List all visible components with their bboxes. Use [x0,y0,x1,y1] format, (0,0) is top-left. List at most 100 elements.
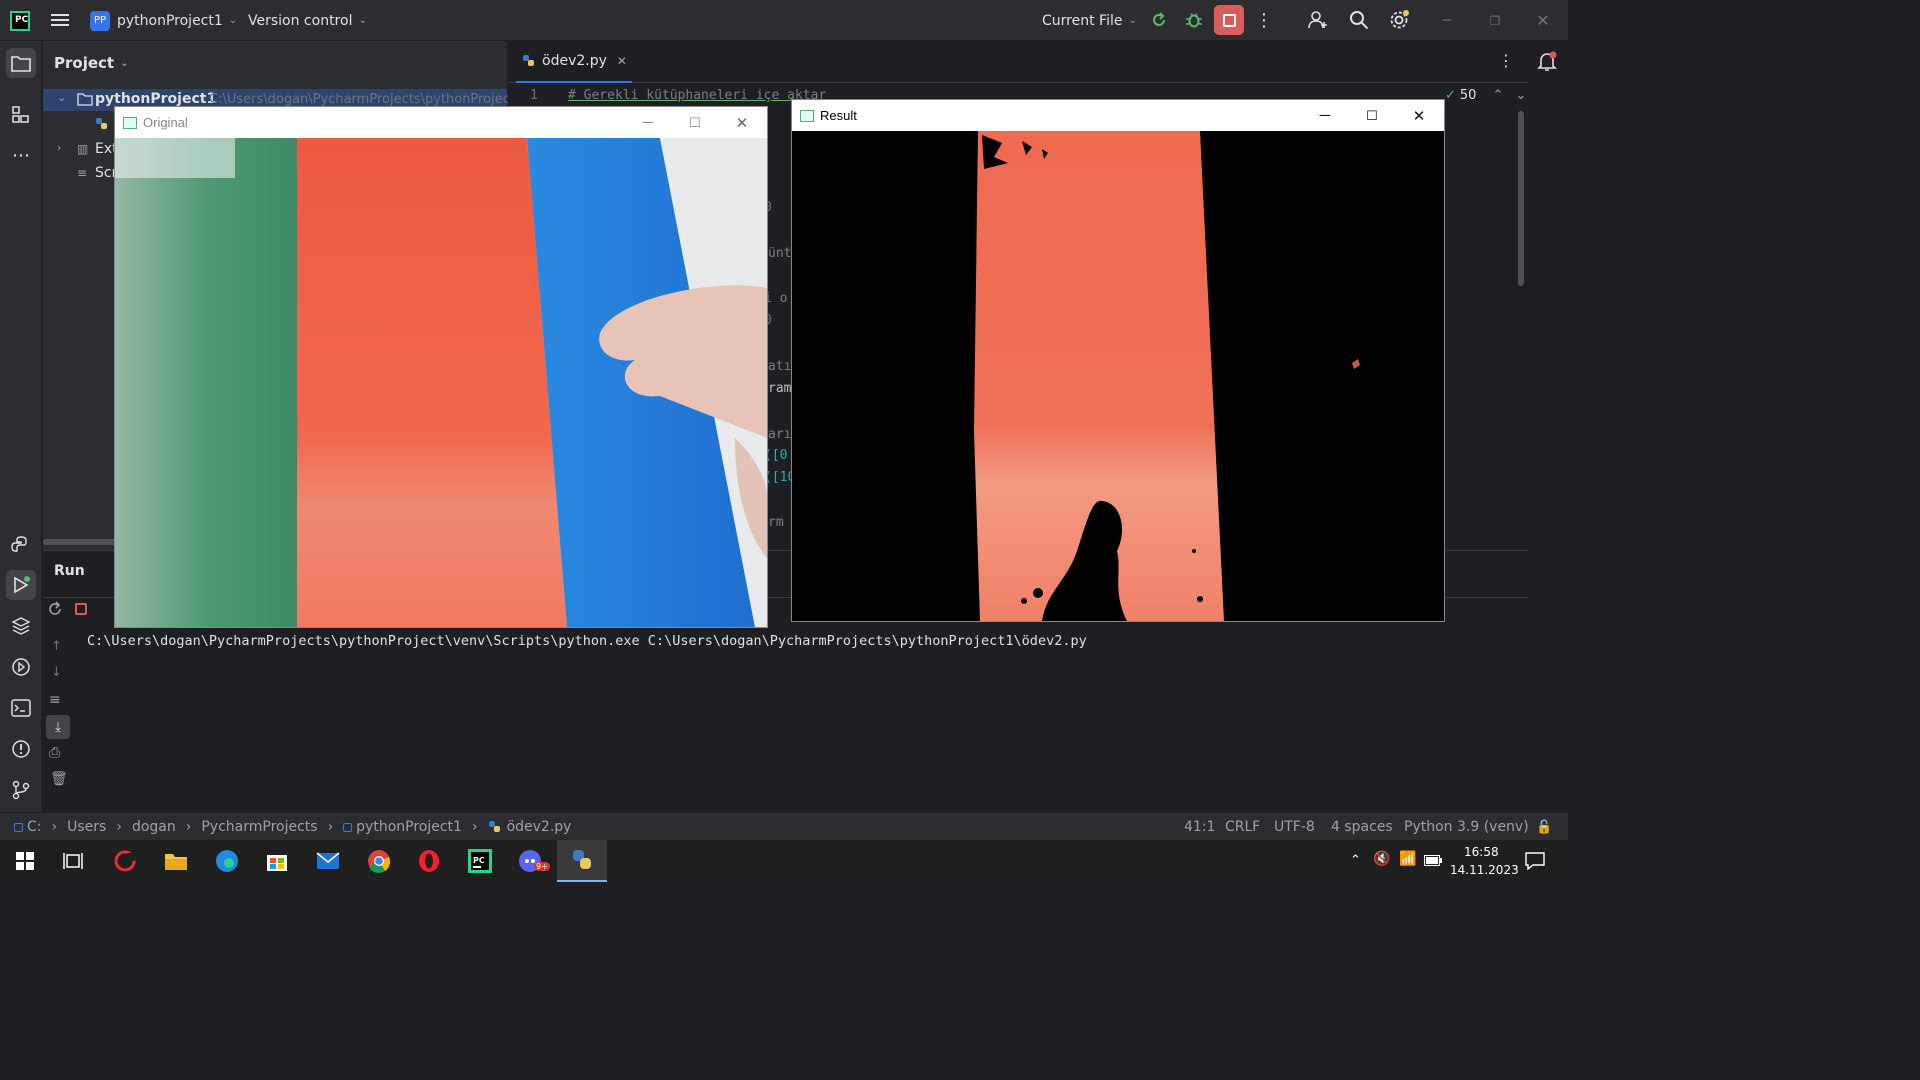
settings-gear-icon[interactable] [1385,6,1413,34]
more-actions-icon[interactable]: ⋮ [1250,6,1278,34]
windows-start-icon[interactable] [0,840,50,882]
minimize-button[interactable]: ─ [1302,100,1348,131]
line-number: 1 [530,88,538,103]
stop-icon [1222,13,1236,27]
clock-date[interactable]: 14.11.2023 [1450,863,1519,877]
tab-options-icon[interactable]: ⋮ [1498,51,1514,70]
stop-icon[interactable] [75,603,87,615]
project-widget[interactable]: PP pythonProject1 ⌄ [90,0,237,41]
breadcrumb-item[interactable]: dogan [132,819,176,835]
chrome-icon[interactable] [354,840,404,882]
structure-tool-button[interactable] [6,100,36,130]
close-tab-icon[interactable]: ✕ [617,54,627,68]
indent-setting[interactable]: 4 spaces [1331,813,1393,841]
git-tool-button[interactable] [6,775,36,805]
clock-time[interactable]: 16:58 [1464,845,1499,859]
breadcrumb-item[interactable]: pythonProject1 [356,819,462,835]
breadcrumb: C: › Users › dogan › PycharmProjects › p… [14,813,571,841]
notifications-bell-icon[interactable] [1536,50,1560,74]
breadcrumb-item[interactable]: ödev2.py [507,819,572,835]
opera-icon[interactable] [404,840,454,882]
soft-wrap-icon[interactable]: ≡ [49,692,61,708]
editor-tab[interactable]: ödev2.py ✕ [516,41,632,83]
terminal-icon [11,699,31,717]
app-recorder-icon[interactable] [100,840,150,882]
chevron-up-icon[interactable]: ⌃ [1492,88,1503,103]
wifi-icon[interactable]: 📶 [1399,851,1416,867]
arrow-down-icon[interactable]: ↓ [51,665,62,680]
more-tools-icon[interactable]: ⋯ [6,140,36,170]
microsoft-store-icon[interactable] [252,840,302,882]
chevron-down-icon[interactable]: ⌄ [57,91,66,104]
speaker-muted-icon[interactable]: 🔇 [1373,851,1390,867]
notification-center-icon[interactable] [1525,852,1545,870]
edge-browser-icon[interactable] [202,840,252,882]
trash-icon[interactable]: 🗑 [50,771,68,787]
maximize-button[interactable]: ☐ [672,107,718,138]
python-taskbar-icon[interactable] [557,840,607,882]
caret-position[interactable]: 41:1 [1184,813,1215,841]
run-tool-button[interactable] [6,570,36,600]
python-packages-button[interactable] [6,530,36,560]
git-branch-icon [12,780,30,800]
code-line-1[interactable]: # Gerekli kütüphaneleri içe aktar [568,88,826,103]
console-command-line[interactable]: C:\Users\dogan\PycharmProjects\pythonPro… [87,633,1087,649]
services-tool-button[interactable] [6,652,36,682]
task-view-icon[interactable] [48,840,98,882]
vertical-scrollbar[interactable] [1518,111,1524,286]
arrow-up-icon[interactable]: ↑ [51,639,62,654]
scroll-to-end-icon[interactable]: ⤓ [46,715,70,739]
discord-icon[interactable]: 9+ [506,840,556,882]
breadcrumb-item[interactable]: C: [27,819,42,835]
project-tool-button[interactable] [6,48,36,78]
battery-icon[interactable] [1424,855,1442,867]
version-control-widget[interactable]: Version control ⌄ [248,0,367,41]
code-fragment: arı [768,427,792,442]
mail-icon[interactable] [303,840,353,882]
chevron-down-icon[interactable]: ⌄ [1515,88,1526,103]
code-fragment: atı [768,359,792,374]
terminal-tool-button[interactable] [6,693,36,723]
run-tab-label[interactable]: Run [54,563,85,579]
file-encoding[interactable]: UTF-8 [1274,813,1315,841]
rerun-icon[interactable] [47,601,63,617]
pycharm-taskbar-icon[interactable]: PC [455,840,505,882]
line-ending[interactable]: CRLF [1225,813,1260,841]
problems-tool-button[interactable] [6,734,36,764]
search-icon[interactable] [1345,6,1373,34]
chevron-down-icon: ⌄ [358,15,367,26]
chevron-right-icon[interactable]: › [57,141,61,154]
close-button[interactable]: ✕ [1522,0,1564,41]
file-explorer-icon[interactable] [151,840,201,882]
restore-button[interactable]: ❐ [1474,0,1516,41]
chevron-up-icon[interactable]: ⌃ [1350,853,1361,868]
main-menu-icon[interactable] [46,6,74,34]
layers-tool-button[interactable] [6,611,36,641]
minimize-button[interactable]: ─ [625,107,671,138]
rerun-icon[interactable] [1145,6,1173,34]
breadcrumb-item[interactable]: Users [67,819,106,835]
inspection-widget[interactable]: ✓ 50 ⌃ ⌄ [1445,88,1526,103]
maximize-button[interactable]: ☐ [1349,100,1395,131]
close-button[interactable]: ✕ [719,107,765,138]
python-interpreter[interactable]: Python 3.9 (venv) [1404,813,1529,841]
inspection-count: 50 [1459,88,1477,103]
problems-icon [12,740,30,758]
debug-icon[interactable] [1180,6,1208,34]
result-window-title: Result [820,108,857,123]
breadcrumb-item[interactable]: PycharmProjects [201,819,317,835]
python-file-icon [523,55,534,66]
run-config-selector[interactable]: Current File ⌄ [1042,0,1137,41]
print-icon[interactable]: ⎙ [49,745,60,761]
code-with-me-icon[interactable] [1304,6,1332,34]
close-button[interactable]: ✕ [1396,100,1442,131]
root-folder-name: pythonProject1 [95,91,217,107]
lock-icon[interactable]: 🔓 [1536,813,1552,841]
chevron-right-icon: › [185,819,192,835]
horizontal-scrollbar[interactable] [43,539,123,545]
stop-button[interactable] [1214,5,1244,35]
project-panel-header[interactable]: Project ⌄ [54,54,128,72]
editor-tab-bar: ödev2.py ✕ ⋮ [508,41,1528,83]
minimize-button[interactable]: ─ [1426,0,1468,41]
chevron-right-icon: › [116,819,122,835]
